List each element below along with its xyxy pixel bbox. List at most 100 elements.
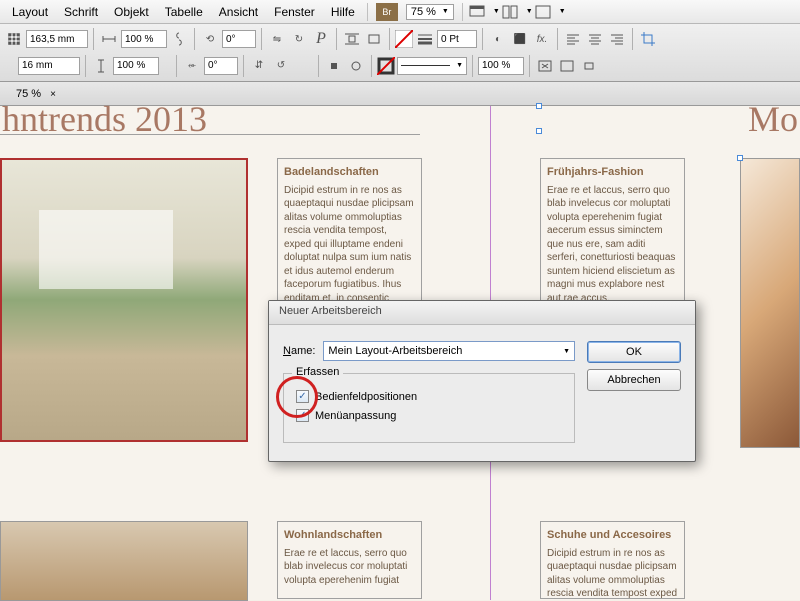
window-shape (39, 210, 173, 288)
zoom-dropdown[interactable]: 75 % ▼ (406, 4, 454, 20)
menu-layout[interactable]: Layout (4, 3, 56, 21)
name-value: Mein Layout-Arbeitsbereich (328, 345, 462, 357)
bridge-icon[interactable]: Br (376, 3, 398, 21)
body-text: Dicipid estrum in re nos as quaeptaqui n… (547, 547, 678, 601)
wrap-jump-icon[interactable] (324, 56, 344, 76)
align-right-icon[interactable] (607, 29, 627, 49)
menu-objekt[interactable]: Objekt (106, 3, 157, 21)
menu-hilfe[interactable]: Hilfe (323, 3, 363, 21)
checkbox-label: Bedienfeldpositionen (315, 391, 417, 403)
image-frame-wohn[interactable] (0, 521, 248, 601)
opacity-field[interactable]: 100 % (478, 57, 524, 75)
separator (318, 55, 319, 77)
separator (482, 28, 483, 50)
rotate-icon: ⟲ (200, 29, 220, 49)
name-combobox[interactable]: Mein Layout-Arbeitsbereich ▼ (323, 341, 575, 361)
checkbox-bedienfeld[interactable]: ✓ (296, 390, 309, 403)
center-content-icon[interactable] (579, 56, 599, 76)
separator (371, 55, 372, 77)
checkbox-label: Menüanpassung (315, 410, 396, 422)
stroke-swatch[interactable] (377, 57, 395, 75)
wrap-around-icon[interactable] (346, 56, 366, 76)
separator (389, 28, 390, 50)
align-center-icon[interactable] (585, 29, 605, 49)
separator (529, 55, 530, 77)
fit-frame-icon[interactable] (557, 56, 577, 76)
toolbar-row-2: 16 mm 100 % ⬰ 0° ⇵ ↺ ▼ 100 % (4, 53, 796, 79)
heading: Badelandschaften (284, 165, 415, 180)
rotate-ccw-icon[interactable]: ↺ (271, 56, 291, 76)
textframe-schuhe[interactable]: Schuhe und Accesoires Dicipid estrum in … (540, 521, 685, 599)
fieldset-legend: Erfassen (292, 366, 343, 378)
flip-h-icon[interactable]: ⇋ (267, 29, 287, 49)
dialog-body: Name: Mein Layout-Arbeitsbereich ▼ Erfas… (269, 325, 695, 461)
rule-line (0, 134, 420, 135)
menu-ansicht[interactable]: Ansicht (211, 3, 266, 21)
name-label: Name: (283, 345, 315, 357)
view-icon[interactable] (533, 2, 553, 22)
textframe-wohn[interactable]: Wohnlandschaften Erae re et laccus, serr… (277, 521, 422, 599)
cancel-button[interactable]: Abbrechen (587, 369, 681, 391)
spacer (4, 56, 16, 76)
chevron-down-icon: ▼ (493, 8, 500, 15)
rotate-cw-icon[interactable]: ↻ (289, 29, 309, 49)
separator (557, 28, 558, 50)
fx-icon[interactable]: fx. (532, 29, 552, 49)
x-field[interactable]: 163,5 mm (26, 30, 88, 48)
chevron-down-icon: ▼ (563, 348, 570, 355)
stroke-weight-icon (415, 29, 435, 49)
menu-fenster[interactable]: Fenster (266, 3, 323, 21)
scale-x-field[interactable]: 100 % (121, 30, 167, 48)
body-text: Dicipid estrum in re nos as quaeptaqui n… (284, 184, 415, 306)
fill-swatch[interactable] (395, 30, 413, 48)
image-frame-bathroom[interactable] (0, 158, 248, 442)
toolbar-row-1: 163,5 mm 100 % ⟲ 0° ⇋ ↻ P 0 Pt ◐ ⬛ fx. (4, 26, 796, 52)
corner-icon[interactable] (364, 29, 384, 49)
crop-icon[interactable] (638, 29, 658, 49)
dialog-titlebar[interactable]: Neuer Arbeitsbereich (269, 301, 695, 325)
ref-point-icon[interactable] (4, 29, 24, 49)
effects-icon[interactable]: ◐ (488, 29, 508, 49)
bathroom-image (2, 160, 246, 440)
flip-v-icon[interactable]: ⇵ (249, 56, 269, 76)
chevron-down-icon: ▼ (442, 8, 449, 15)
checkbox-menue[interactable]: ✓ (296, 409, 309, 422)
chevron-down-icon: ▼ (526, 8, 533, 15)
paragraph-icon[interactable]: P (311, 29, 331, 49)
menubar: Layout Schrift Objekt Tabelle Ansicht Fe… (0, 0, 800, 24)
heading: Wohnlandschaften (284, 528, 415, 543)
separator (194, 28, 195, 50)
separator (176, 55, 177, 77)
text-wrap-icon[interactable] (342, 29, 362, 49)
link-icon[interactable] (169, 29, 189, 49)
stroke-pt-field[interactable]: 0 Pt (437, 30, 477, 48)
align-left-icon[interactable] (563, 29, 583, 49)
image-frame-fashion[interactable] (740, 158, 800, 448)
scale-y-icon (91, 56, 111, 76)
rotate-field[interactable]: 0° (222, 30, 256, 48)
fit-content-icon[interactable] (535, 56, 555, 76)
dialog-neuer-arbeitsbereich: Neuer Arbeitsbereich Name: Mein Layout-A… (268, 300, 696, 462)
heading: Frühjahrs-Fashion (547, 165, 678, 180)
body-text: Erae re et laccus, serro quo blab invele… (547, 184, 678, 306)
dialog-left-col: Name: Mein Layout-Arbeitsbereich ▼ Erfas… (283, 341, 575, 443)
menu-tabelle[interactable]: Tabelle (157, 3, 211, 21)
selection-handle[interactable] (737, 155, 743, 161)
dialog-right-col: OK Abbrechen (587, 341, 681, 443)
scale-y-field[interactable]: 100 % (113, 57, 159, 75)
shear-field[interactable]: 0° (204, 57, 238, 75)
screen-mode-icon[interactable] (467, 2, 487, 22)
separator (243, 55, 244, 77)
drop-shadow-icon[interactable]: ⬛ (510, 29, 530, 49)
checkbox-row-menue: ✓ Menüanpassung (296, 409, 562, 422)
separator (93, 28, 94, 50)
selection-handle[interactable] (536, 128, 542, 134)
arrange-icon[interactable] (500, 2, 520, 22)
ok-button[interactable]: OK (587, 341, 681, 363)
y-field[interactable]: 16 mm (18, 57, 80, 75)
heading: Schuhe und Accesoires (547, 528, 678, 543)
separator (632, 28, 633, 50)
selection-handle[interactable] (536, 103, 542, 109)
stroke-style-field[interactable]: ▼ (397, 57, 467, 75)
menu-schrift[interactable]: Schrift (56, 3, 106, 21)
